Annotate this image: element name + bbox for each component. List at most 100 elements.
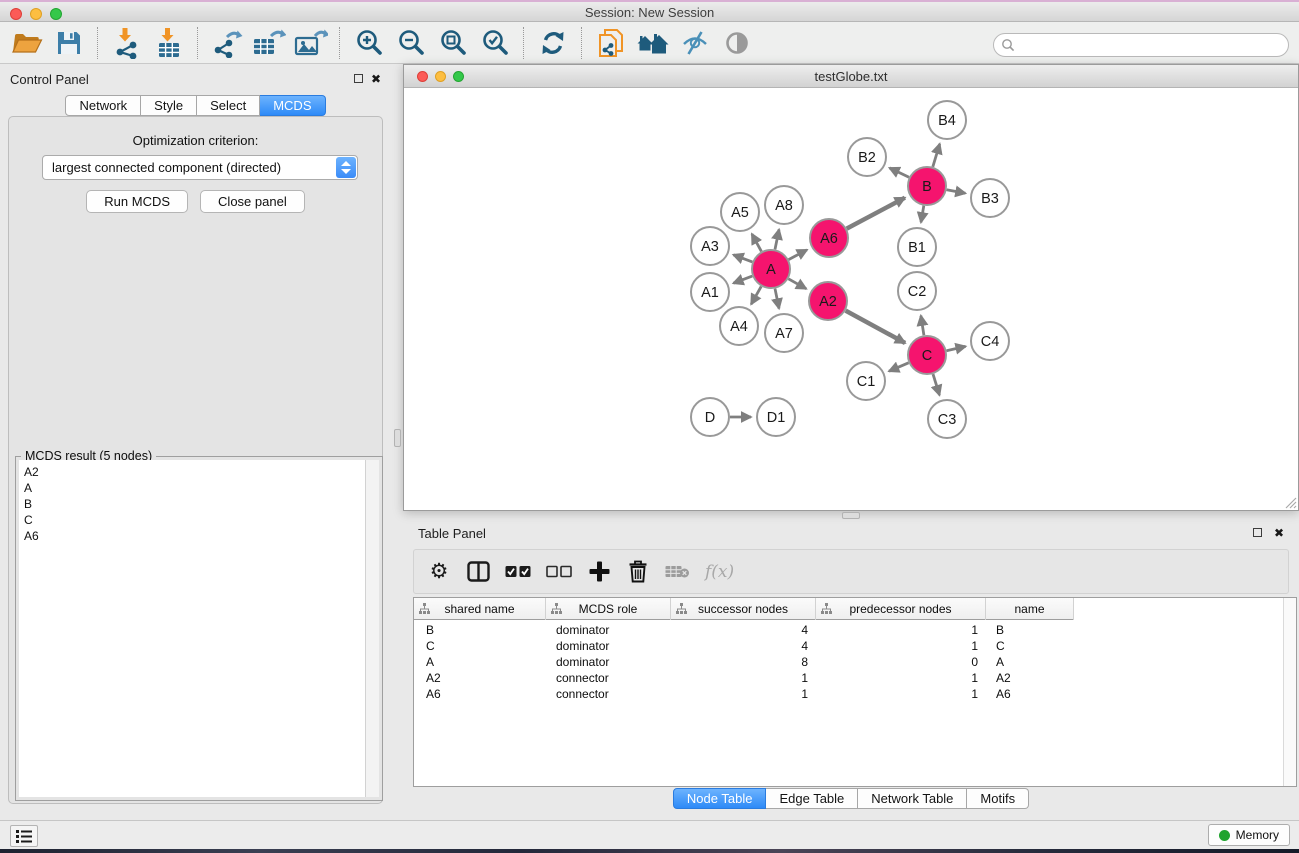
hide-detail-button[interactable] bbox=[674, 25, 716, 61]
graph-edge-C-C4[interactable] bbox=[947, 346, 966, 350]
graph-node-A2[interactable]: A2 bbox=[809, 282, 847, 320]
column-header-shared-name[interactable]: shared name bbox=[414, 598, 546, 620]
graph-node-B2[interactable]: B2 bbox=[848, 138, 886, 176]
delete-column-button[interactable] bbox=[626, 557, 650, 587]
zoom-selected-button[interactable] bbox=[474, 25, 516, 61]
graph-node-A1[interactable]: A1 bbox=[691, 273, 729, 311]
network-window-titlebar[interactable]: testGlobe.txt bbox=[404, 65, 1298, 88]
split-columns-button[interactable] bbox=[466, 557, 490, 587]
export-image-button[interactable] bbox=[290, 25, 332, 61]
tab-motifs[interactable]: Motifs bbox=[967, 788, 1029, 809]
graph-edge-C-C2[interactable] bbox=[921, 316, 924, 336]
column-header-mcds-role[interactable]: MCDS role bbox=[546, 598, 671, 620]
table-panel-float-button[interactable] bbox=[1253, 528, 1262, 537]
tab-edge-table[interactable]: Edge Table bbox=[766, 788, 858, 809]
import-network-button[interactable] bbox=[106, 25, 148, 61]
graph-edge-A-A5[interactable] bbox=[752, 234, 762, 251]
refresh-layout-button[interactable] bbox=[532, 25, 574, 61]
graph-node-C3[interactable]: C3 bbox=[928, 400, 966, 438]
graph-node-A3[interactable]: A3 bbox=[691, 227, 729, 265]
graph-node-A7[interactable]: A7 bbox=[765, 314, 803, 352]
graph-node-D[interactable]: D bbox=[691, 398, 729, 436]
graph-node-A4[interactable]: A4 bbox=[720, 307, 758, 345]
zoom-out-button[interactable] bbox=[390, 25, 432, 61]
mcds-result-item[interactable]: A6 bbox=[19, 528, 365, 544]
table-row[interactable]: Cdominator41C bbox=[414, 638, 1282, 654]
zoom-in-button[interactable] bbox=[348, 25, 390, 61]
table-row[interactable]: A6connector11A6 bbox=[414, 686, 1282, 702]
graph-edge-A-A2[interactable] bbox=[788, 279, 806, 289]
graph-node-C[interactable]: C bbox=[908, 336, 946, 374]
graph-edge-C-C1[interactable] bbox=[889, 363, 909, 371]
mcds-result-item[interactable]: C bbox=[19, 512, 365, 528]
zoom-fit-button[interactable] bbox=[432, 25, 474, 61]
column-header-successor-nodes[interactable]: successor nodes bbox=[671, 598, 816, 620]
graph-edge-B-B1[interactable] bbox=[921, 206, 924, 223]
select-all-button[interactable] bbox=[505, 557, 531, 587]
homes-button[interactable] bbox=[632, 25, 674, 61]
mcds-list-scrollbar[interactable] bbox=[365, 460, 379, 797]
graph-node-B4[interactable]: B4 bbox=[928, 101, 966, 139]
tab-network-table[interactable]: Network Table bbox=[858, 788, 967, 809]
mcds-result-list[interactable]: A2ABCA6 bbox=[19, 460, 379, 797]
column-header-predecessor-nodes[interactable]: predecessor nodes bbox=[816, 598, 986, 620]
graph-edge-B-B4[interactable] bbox=[933, 144, 940, 167]
graph-edge-C-C3[interactable] bbox=[933, 374, 940, 395]
open-session-button[interactable] bbox=[6, 25, 48, 61]
control-panel-float-button[interactable] bbox=[354, 74, 363, 83]
graph-node-C4[interactable]: C4 bbox=[971, 322, 1009, 360]
graph-edge-A-A8[interactable] bbox=[775, 230, 779, 250]
graph-node-A5[interactable]: A5 bbox=[721, 193, 759, 231]
graph-node-A[interactable]: A bbox=[752, 250, 790, 288]
graph-edge-A6-B[interactable] bbox=[847, 198, 905, 229]
criterion-dropdown[interactable]: largest connected component (directed) bbox=[42, 155, 358, 180]
mcds-result-item[interactable]: A bbox=[19, 480, 365, 496]
graph-node-B1[interactable]: B1 bbox=[898, 228, 936, 266]
save-session-button[interactable] bbox=[48, 25, 90, 61]
table-scrollbar[interactable] bbox=[1283, 598, 1296, 786]
control-panel-close-button[interactable]: ✖ bbox=[371, 73, 381, 85]
graph-edge-B-B3[interactable] bbox=[947, 190, 966, 194]
run-mcds-button[interactable]: Run MCDS bbox=[86, 190, 188, 213]
network-canvas[interactable]: B4B2BB3A5A8A6A3B1AA1C2A2A4A7CC4C1C3DD1 bbox=[404, 88, 1298, 510]
close-panel-button[interactable]: Close panel bbox=[200, 190, 305, 213]
export-network-button[interactable] bbox=[206, 25, 248, 61]
search-input[interactable] bbox=[1018, 35, 1282, 55]
graph-edge-A-A6[interactable] bbox=[789, 250, 807, 260]
graph-edge-A2-C[interactable] bbox=[846, 311, 906, 343]
mcds-result-item[interactable]: B bbox=[19, 496, 365, 512]
graph-node-C1[interactable]: C1 bbox=[847, 362, 885, 400]
graph-edge-A-A1[interactable] bbox=[733, 276, 752, 283]
eye-button[interactable] bbox=[716, 25, 758, 61]
horizontal-divider-handle[interactable] bbox=[842, 512, 860, 519]
table-settings-button[interactable]: ⚙ bbox=[427, 557, 451, 587]
graph-node-B3[interactable]: B3 bbox=[971, 179, 1009, 217]
tab-mcds[interactable]: MCDS bbox=[260, 95, 325, 116]
deselect-all-button[interactable] bbox=[546, 557, 572, 587]
tab-select[interactable]: Select bbox=[197, 95, 260, 116]
tab-style[interactable]: Style bbox=[141, 95, 197, 116]
graph-node-C2[interactable]: C2 bbox=[898, 272, 936, 310]
graph-edge-B-B2[interactable] bbox=[890, 168, 910, 177]
duplicate-network-button[interactable] bbox=[590, 25, 632, 61]
column-header-name[interactable]: name bbox=[986, 598, 1074, 620]
graph-edge-A-A7[interactable] bbox=[775, 289, 779, 309]
task-history-button[interactable] bbox=[10, 825, 38, 847]
import-table-button[interactable] bbox=[148, 25, 190, 61]
table-panel-close-button[interactable]: ✖ bbox=[1274, 527, 1284, 539]
add-column-button[interactable] bbox=[587, 557, 611, 587]
resize-grip-icon[interactable] bbox=[1283, 495, 1297, 509]
tab-node-table[interactable]: Node Table bbox=[673, 788, 767, 809]
delete-table-button[interactable] bbox=[665, 557, 690, 587]
panel-divider-handle[interactable] bbox=[394, 429, 401, 447]
tab-network[interactable]: Network bbox=[65, 95, 141, 116]
mcds-result-item[interactable]: A2 bbox=[19, 464, 365, 480]
table-row[interactable]: Adominator80A bbox=[414, 654, 1282, 670]
graph-edge-A-A4[interactable] bbox=[751, 286, 761, 304]
export-table-button[interactable] bbox=[248, 25, 290, 61]
graph-node-A6[interactable]: A6 bbox=[810, 219, 848, 257]
table-row[interactable]: Bdominator41B bbox=[414, 622, 1282, 638]
function-builder-button[interactable]: f(x) bbox=[705, 557, 734, 587]
graph-node-A8[interactable]: A8 bbox=[765, 186, 803, 224]
table-row[interactable]: A2connector11A2 bbox=[414, 670, 1282, 686]
